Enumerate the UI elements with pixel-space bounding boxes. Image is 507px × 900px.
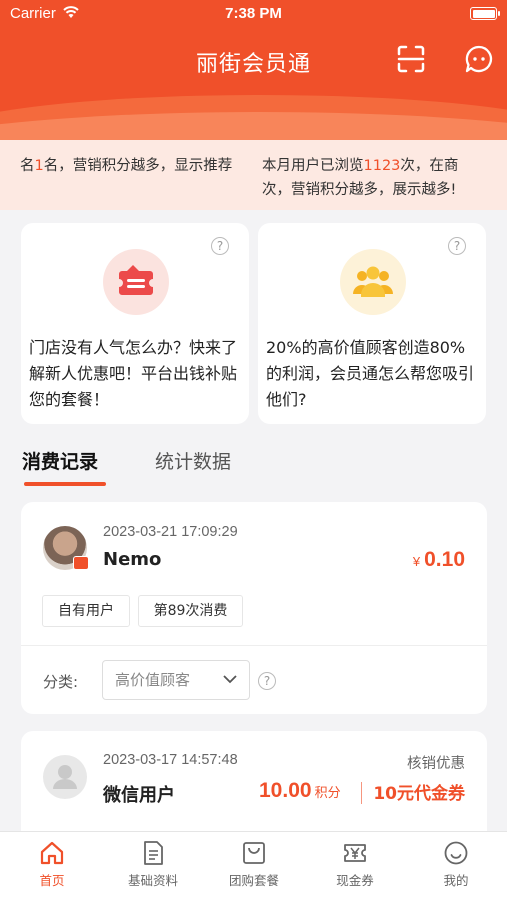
- smile-icon: [444, 841, 468, 865]
- tab-statistics[interactable]: 统计数据: [155, 447, 231, 474]
- status-bar: Carrier 7:38 PM: [0, 0, 507, 28]
- user-type-tag: 自有用户: [42, 595, 130, 627]
- coupon-redeem-label: 核销优惠: [407, 756, 465, 772]
- marquee-text-left: 名1名，营销积分越多，显示推荐: [20, 158, 233, 174]
- record-datetime: 2023-03-21 17:09:29: [103, 524, 238, 540]
- chat-icon[interactable]: [465, 45, 493, 73]
- ticket-icon: [103, 249, 169, 315]
- nav-label: 我的: [443, 873, 469, 888]
- record-card[interactable]: 2023-03-21 17:09:29 Nemo ¥0.10 自有用户 第89次…: [21, 502, 487, 714]
- help-icon[interactable]: ?: [258, 672, 276, 690]
- home-icon: [40, 841, 64, 865]
- source-badge-icon: [73, 556, 89, 570]
- record-amount: ¥0.10: [412, 548, 465, 571]
- avatar: [43, 755, 87, 799]
- customer-name: Nemo: [103, 549, 162, 570]
- divider: [361, 782, 362, 804]
- divider: [21, 645, 487, 646]
- chevron-down-icon: [223, 675, 237, 684]
- nav-item-basic-info[interactable]: 基础资料: [103, 840, 203, 889]
- category-value: 高价值顾客: [115, 671, 191, 689]
- marquee-text-right: 本月用户已浏览1123次，在商 次，营销积分越多，展示越多!: [262, 158, 459, 198]
- nav-label: 基础资料: [127, 873, 178, 888]
- battery-icon: [470, 7, 500, 20]
- header: Carrier 7:38 PM 丽街会员通: [0, 0, 507, 140]
- nav-item-cash-coupon[interactable]: 现金券: [305, 840, 405, 889]
- nav-item-group-buy[interactable]: 团购套餐: [204, 840, 304, 889]
- promo-text: 门店没有人气怎么办？快来了解新人优惠吧！平台出钱补贴您的套餐！: [29, 338, 238, 409]
- nav-label: 现金券: [336, 873, 374, 888]
- nav-label: 首页: [39, 873, 65, 888]
- help-icon[interactable]: ?: [211, 237, 229, 255]
- category-label: 分类:: [43, 673, 79, 691]
- visit-count-tag: 第89次消费: [138, 595, 243, 627]
- nav-item-mine[interactable]: 我的: [406, 840, 506, 889]
- record-points: 10.00 积分: [259, 779, 341, 802]
- promo-card-new-user[interactable]: ? 门店没有人气怎么办？快来了解新人优惠吧！平台出钱补贴您的套餐！: [21, 223, 249, 424]
- tab-consumption-records[interactable]: 消费记录: [22, 447, 98, 474]
- promo-text: 20%的高价值顾客创造80%的利润，会员通怎么帮您吸引他们?: [266, 338, 475, 409]
- category-select[interactable]: 高价值顾客: [102, 660, 250, 700]
- voucher-label: 10元代金券: [373, 784, 465, 804]
- nav-item-home[interactable]: 首页: [2, 840, 102, 889]
- customer-name: 微信用户: [103, 785, 175, 806]
- help-icon[interactable]: ?: [448, 237, 466, 255]
- document-icon: [144, 841, 163, 865]
- bottom-nav: 首页 基础资料 团购套餐 现金券 我的: [0, 831, 507, 900]
- nav-label: 团购套餐: [228, 873, 279, 888]
- record-datetime: 2023-03-17 14:57:48: [103, 752, 238, 768]
- group-icon: [340, 249, 406, 315]
- clock: 7:38 PM: [225, 5, 282, 22]
- notice-marquee: 名1名，营销积分越多，显示推荐 本月用户已浏览1123次，在商 次，营销积分越多…: [0, 140, 507, 210]
- bag-icon: [243, 842, 265, 864]
- active-tab-indicator: [24, 482, 106, 486]
- yen-ticket-icon: [344, 844, 366, 862]
- promo-card-high-value[interactable]: ? 20%的高价值顾客创造80%的利润，会员通怎么帮您吸引他们?: [258, 223, 486, 424]
- scan-icon[interactable]: [397, 45, 425, 73]
- page-title: 丽街会员通: [195, 52, 311, 77]
